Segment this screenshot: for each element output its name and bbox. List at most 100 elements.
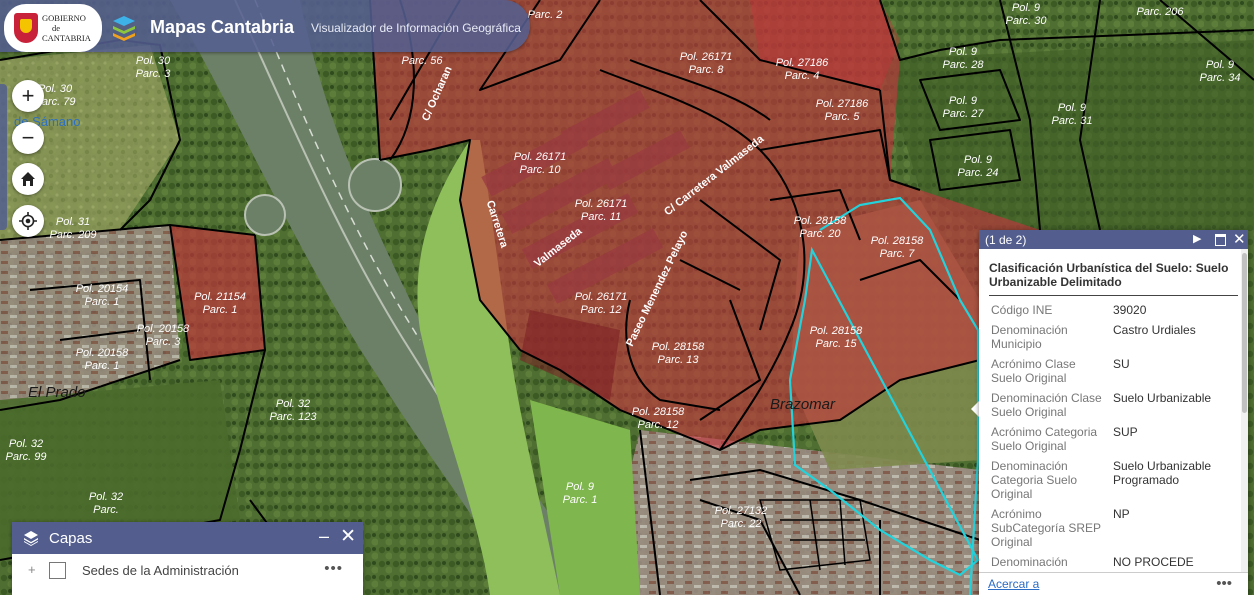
- parcel-label: Pol. 28158: [652, 341, 705, 353]
- attribute-key: Acrónimo Clase Suelo Original: [991, 357, 1076, 385]
- parcel-label: Pol. 21154: [194, 291, 246, 303]
- popup-scrollbar[interactable]: [1241, 249, 1248, 573]
- parcel-label: Pol. 27186: [816, 98, 869, 110]
- attribute-value: SU: [1113, 357, 1130, 371]
- attribute-value: Suelo Urbanizable: [1113, 391, 1212, 405]
- attribute-value: Castro Urdiales: [1113, 323, 1196, 337]
- table-row: Acrónimo Clase Suelo Original SU: [989, 354, 1238, 388]
- minimize-button[interactable]: –: [319, 526, 329, 547]
- expand-icon[interactable]: +: [28, 562, 36, 577]
- attribute-key: Denominación Clase Suelo Original: [991, 391, 1102, 419]
- layer-item[interactable]: + Sedes de la Administración •••: [12, 554, 363, 594]
- layer-visibility-checkbox[interactable]: [49, 562, 66, 579]
- layers-icon: [24, 531, 38, 546]
- more-options-icon[interactable]: •••: [1216, 575, 1232, 592]
- feature-info-popup: (1 de 2) ▶ ✕ Clasificación Urbanística d…: [979, 230, 1248, 595]
- close-button[interactable]: ✕: [340, 525, 356, 548]
- parcel-label: Parc. 2: [528, 9, 563, 21]
- next-feature-icon[interactable]: ▶: [1193, 232, 1201, 245]
- table-row: Denominación Clase Suelo Original Suelo U…: [989, 388, 1238, 422]
- parcel-label: Pol. 27132: [715, 505, 768, 517]
- svg-text:Pol. 28158Parc. 13: Pol. 28158 Parc. 13: [652, 341, 705, 366]
- svg-text:Parc. 56: Parc. 56: [402, 55, 444, 67]
- attribute-value: SUP: [1113, 425, 1138, 439]
- logo-line: GOBIERNO: [42, 13, 86, 23]
- svg-text:Parc. 2: Parc. 2: [528, 9, 563, 21]
- attribute-value: NP: [1113, 507, 1130, 521]
- parcel-label: Pol. 32: [9, 438, 43, 450]
- place-label: Brazomar: [770, 396, 836, 413]
- zoom-in-button[interactable]: +: [12, 80, 44, 112]
- svg-text:Pol. 26171Parc. 10: Pol. 26171 Parc. 10: [514, 151, 567, 176]
- parcel-label: Pol. 26171: [680, 51, 733, 63]
- parcel-label: Pol. 9: [964, 154, 992, 166]
- parcel-label: Pol. 32: [276, 398, 310, 410]
- attribute-value: NO PROCEDE: [1113, 555, 1194, 569]
- place-label: El Prado: [28, 384, 86, 401]
- locate-button[interactable]: [12, 205, 44, 237]
- layer-name: Sedes de la Administración: [82, 563, 239, 578]
- layers-stack-icon: [113, 16, 135, 41]
- svg-text:Pol. 28158Parc. 15: Pol. 28158 Parc. 15: [810, 325, 863, 350]
- app-header: GOBIERNO de CANTABRIA Mapas Cantabria Vi…: [0, 0, 530, 52]
- feature-count: (1 de 2): [985, 233, 1027, 247]
- parcel-label: Pol. 31: [56, 216, 90, 228]
- parcel-label: Pol. 9: [1012, 2, 1040, 14]
- svg-text:Pol. 26171Parc. 12: Pol. 26171 Parc. 12: [575, 291, 628, 316]
- svg-text:Pol. 28158Parc. 12: Pol. 28158 Parc. 12: [632, 406, 685, 431]
- parcel-label: Pol. 20158: [76, 347, 129, 359]
- parcel-label: Pol. 20154: [76, 283, 129, 295]
- parcel-label: Pol. 9: [949, 46, 977, 58]
- close-icon[interactable]: ✕: [1233, 230, 1246, 248]
- zoom-to-link[interactable]: Acercar a: [988, 577, 1039, 591]
- layers-panel-header: Capas – ✕: [12, 522, 363, 554]
- attribute-key: Acrónimo Categoria Suelo Original: [991, 425, 1098, 453]
- parcel-label: Pol. 32: [89, 491, 123, 503]
- svg-text:Pol. 32Parc. 99: Pol. 32 Parc. 99: [6, 438, 47, 463]
- app-subtitle: Visualizador de Información Geográfica: [311, 21, 521, 35]
- table-row: Denominación Municipio Castro Urdiales: [989, 320, 1238, 354]
- zoom-out-button[interactable]: −: [12, 122, 44, 154]
- popup-header: (1 de 2) ▶ ✕: [979, 230, 1248, 249]
- parcel-label: Pol. 9: [566, 481, 594, 493]
- attribute-key: Denominación Categoria Suelo Original: [991, 459, 1078, 501]
- layers-panel-title: Capas: [49, 529, 93, 547]
- table-row: Denominación NO PROCEDE: [989, 552, 1238, 572]
- attribute-value: 39020: [1113, 303, 1147, 317]
- layers-panel: Capas – ✕ + Sedes de la Administración •…: [12, 522, 363, 595]
- more-options-icon[interactable]: •••: [324, 560, 343, 577]
- parcel-label: Parc. 56: [402, 55, 444, 67]
- zoom-in-icon: +: [21, 83, 35, 108]
- svg-text:Pol. 32Parc.: Pol. 32 Parc.: [89, 491, 123, 516]
- gobierno-cantabria-logo[interactable]: GOBIERNO de CANTABRIA: [4, 4, 102, 52]
- svg-text:Pol. 31Parc. 209: Pol. 31 Parc. 209: [49, 216, 96, 241]
- parcel-label: Pol. 28158: [794, 215, 847, 227]
- attribute-value: Suelo Urbanizable Programado: [1113, 459, 1212, 487]
- svg-text:Pol. 26171Parc. 11: Pol. 26171 Parc. 11: [575, 198, 628, 223]
- home-button[interactable]: [12, 163, 44, 195]
- parcel-label: Pol. 9: [1058, 102, 1086, 114]
- attribute-key: Denominación Municipio: [991, 323, 1068, 351]
- locate-icon: [19, 212, 37, 230]
- parcel-label: Pol. 28158: [632, 406, 685, 418]
- logo-line: de: [52, 23, 61, 33]
- parcel-label: Pol. 26171: [575, 198, 628, 210]
- popup-body: Clasificación Urbanística del Suelo: Sue…: [979, 249, 1248, 573]
- table-row: Código INE 39020: [989, 300, 1238, 320]
- table-row: Acrónimo SubCategoría SREP Original NP: [989, 504, 1238, 552]
- parcel-label: Pol. 27186: [776, 57, 829, 69]
- svg-text:Pol. 9Parc. 1: Pol. 9 Parc. 1: [563, 481, 598, 506]
- home-icon: [21, 172, 35, 186]
- parcel-label: Pol. 28158: [871, 235, 924, 247]
- svg-text:Pol. 27132Parc. 22: Pol. 27132 Parc. 22: [715, 505, 768, 530]
- parcel-label: Pol. 26171: [575, 291, 628, 303]
- attribute-table: Código INE 39020 Denominación Municipio Ca…: [989, 300, 1238, 572]
- zoom-out-icon: −: [21, 125, 35, 150]
- parcel-label: Parc. 206: [1136, 6, 1184, 18]
- popup-footer: Acercar a •••: [979, 572, 1248, 595]
- attribute-key: Código INE: [991, 303, 1053, 317]
- coat-of-arms-icon: [14, 13, 38, 43]
- side-panel-tab[interactable]: [0, 84, 7, 230]
- maximize-icon[interactable]: [1215, 234, 1226, 246]
- svg-text:Pol. 28158Parc. 20: Pol. 28158 Parc. 20: [794, 215, 847, 240]
